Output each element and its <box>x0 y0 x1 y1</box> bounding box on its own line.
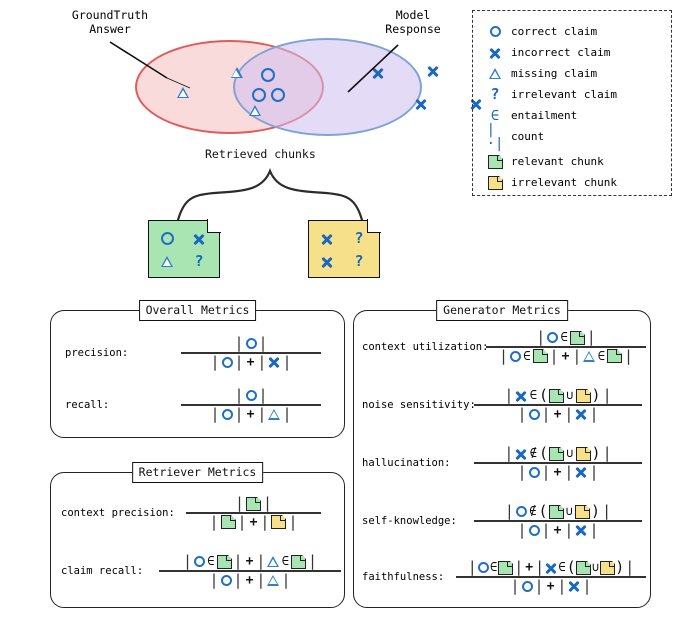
legend-label: correct claim <box>511 25 598 38</box>
context-precision-label: context precision: <box>61 506 175 519</box>
generator-metrics-panel: Generator Metrics context utilization: |… <box>353 300 651 608</box>
legend-label: entailment <box>511 109 578 122</box>
generator-metrics-title: Generator Metrics <box>436 300 568 321</box>
self-knowledge-label: self-knowledge: <box>362 514 457 527</box>
correct-claim-marker <box>160 232 174 245</box>
legend-label: irrelevant claim <box>511 88 617 101</box>
yellow-chunk-icon <box>487 175 503 190</box>
relevant-chunk-note: ? <box>148 219 221 278</box>
legend-item-relevant-chunk: relevant chunk <box>487 151 671 172</box>
legend-item-incorrect-claim: incorrect claim <box>487 42 671 63</box>
missing-claim-marker <box>161 256 173 267</box>
triangle-icon <box>487 68 503 79</box>
incorrect-claim-marker <box>193 233 205 245</box>
faithfulness-label: faithfulness: <box>362 570 445 583</box>
green-chunk-icon <box>487 154 503 169</box>
cross-icon <box>487 47 503 59</box>
legend-item-count: |·| count <box>487 123 671 151</box>
context-utilization-formula: | ∈ | | ∈ | + | ∈ | <box>486 329 646 365</box>
legend-box: correct claim incorrect claim missing cl… <box>472 10 672 196</box>
legend-item-entailment: ∈ entailment <box>487 105 671 126</box>
overall-metrics-panel: Overall Metrics precision: | | | | + | | reca… <box>50 300 345 438</box>
groundtruth-label-line1: GroundTruth <box>71 8 149 22</box>
legend-label: incorrect claim <box>511 46 611 59</box>
recall-formula: | | | | + | | <box>181 387 321 423</box>
retriever-metrics-title: Retriever Metrics <box>131 462 264 483</box>
legend-item-missing-claim: missing claim <box>487 63 671 84</box>
model-label-line1: Model <box>395 8 431 22</box>
element-of-icon: ∈ <box>490 107 500 124</box>
incorrect-claim-marker <box>321 233 333 245</box>
brace-icon <box>176 168 364 222</box>
retrieved-chunks-caption: Retrieved chunks <box>205 147 316 161</box>
legend-label: relevant chunk <box>511 155 604 168</box>
circle-icon <box>487 26 503 37</box>
retriever-metrics-panel: Retriever Metrics context precision: | | … <box>50 462 345 608</box>
irrelevant-claim-marker: ? <box>354 252 364 270</box>
legend-item-irrelevant-claim: ? irrelevant claim <box>487 84 671 105</box>
noise-sensitivity-label: noise sensitivity: <box>362 398 476 411</box>
overall-metrics-title: Overall Metrics <box>138 300 257 321</box>
noise-sensitivity-formula: | ∈(∪) | | | + | | <box>474 387 642 423</box>
model-response-label: Model Response <box>368 8 458 36</box>
irrelevant-chunk-note: ? ? <box>308 219 381 278</box>
precision-formula: | | | | + | | <box>181 335 321 371</box>
claim-recall-label: claim recall: <box>61 564 144 577</box>
model-label-line2: Response <box>385 22 441 36</box>
precision-label: precision: <box>65 346 129 359</box>
incorrect-claim-marker <box>321 256 333 268</box>
hallucination-label: hallucination: <box>362 456 451 469</box>
legend-item-correct-claim: correct claim <box>487 21 671 42</box>
groundtruth-answer-label: GroundTruth Answer <box>55 8 165 36</box>
recall-label: recall: <box>65 398 110 411</box>
count-bars-icon: |·| <box>486 121 504 152</box>
context-precision-formula: | | | | + | | <box>186 495 321 531</box>
groundtruth-label-line2: Answer <box>89 22 131 36</box>
irrelevant-claim-marker: ? <box>354 229 364 247</box>
question-mark-icon: ? <box>490 85 500 103</box>
legend-label: irrelevant chunk <box>511 176 617 189</box>
venn-diagram: GroundTruth Answer Model Response <box>0 0 460 160</box>
hallucination-formula: | ∉(∪) | | | + | | <box>474 445 642 481</box>
self-knowledge-formula: | ∉(∪) | | | + | | <box>474 503 642 539</box>
legend-label: count <box>511 130 545 143</box>
claim-recall-formula: | ∈ | + | ∈ | | | + | | <box>159 553 341 589</box>
legend-item-irrelevant-chunk: irrelevant chunk <box>487 172 671 193</box>
irrelevant-claim-marker: ? <box>194 252 204 270</box>
faithfulness-formula: | ∈ | + | ∈(∪) | | | + | | <box>456 559 646 595</box>
legend-label: missing claim <box>511 67 598 80</box>
context-utilization-label: context utilization: <box>362 340 489 353</box>
